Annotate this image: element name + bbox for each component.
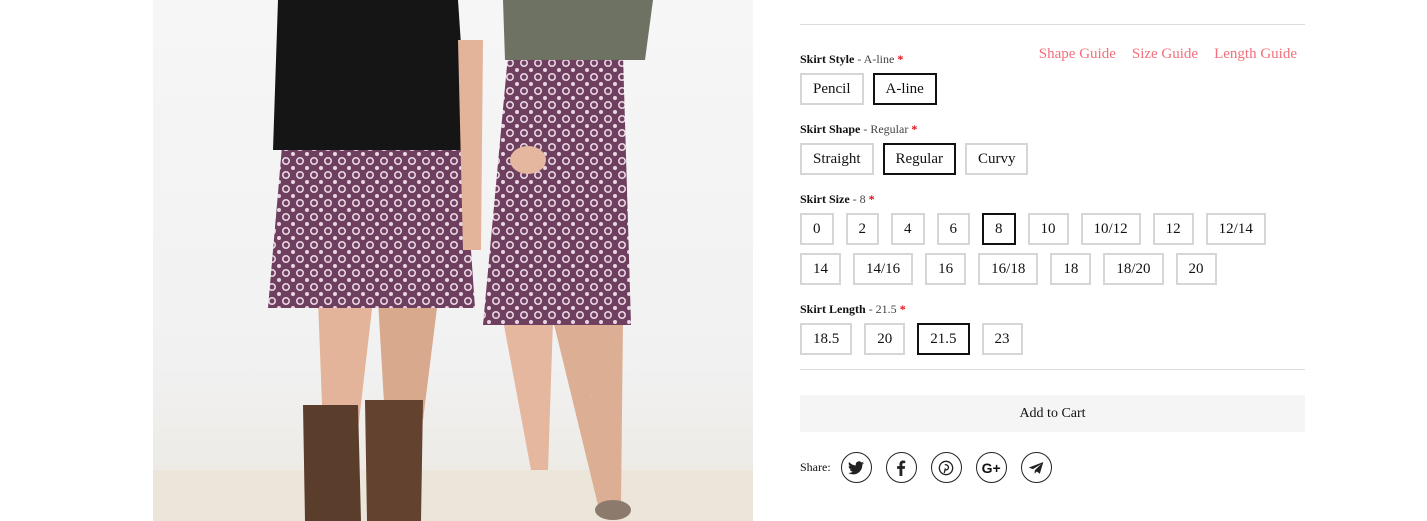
skirt-shape-title: Skirt Shape — [800, 122, 861, 136]
size-option-16-18[interactable]: 16/18 — [978, 253, 1039, 285]
size-option-10-12[interactable]: 10/12 — [1080, 213, 1141, 245]
required-marker: * — [868, 192, 875, 206]
shape-option-regular[interactable]: Regular — [882, 143, 956, 175]
size-option-12[interactable]: 12 — [1152, 213, 1194, 245]
skirt-size-options-row2: 14 14/16 16 16/18 18 18/20 20 — [800, 253, 1217, 285]
add-to-cart-button[interactable]: Add to Cart — [800, 395, 1305, 432]
size-option-18-20[interactable]: 18/20 — [1103, 253, 1164, 285]
share-label: Share: — [800, 460, 831, 474]
divider — [800, 24, 1305, 25]
skirt-size-selected: - 8 — [849, 192, 866, 206]
required-marker: * — [911, 122, 918, 136]
pinterest-icon[interactable] — [930, 452, 962, 483]
skirt-shape-options: Straight Regular Curvy — [800, 143, 1029, 175]
product-options-panel: Shape Guide Size Guide Length Guide Skir… — [800, 0, 1305, 521]
google-plus-text: G+ — [981, 459, 1001, 476]
size-option-18[interactable]: 18 — [1050, 253, 1092, 285]
size-option-14-16[interactable]: 14/16 — [853, 253, 914, 285]
google-plus-icon[interactable]: G+ — [975, 452, 1007, 483]
size-option-0[interactable]: 0 — [800, 213, 834, 245]
skirt-length-label: Skirt Length - 21.5 * — [800, 302, 906, 317]
skirt-shape-selected: - Regular — [860, 122, 909, 136]
length-guide-link[interactable]: Length Guide — [1214, 46, 1297, 63]
size-option-16[interactable]: 16 — [925, 253, 967, 285]
skirt-size-options-row1: 0 2 4 6 8 10 10/12 12 12/14 — [800, 213, 1266, 245]
style-option-a-line[interactable]: A-line — [872, 73, 937, 105]
size-guide-link[interactable]: Size Guide — [1132, 46, 1198, 63]
share-bar: Share: G+ — [800, 452, 1054, 483]
length-option-18-5[interactable]: 18.5 — [800, 323, 853, 355]
required-marker: * — [899, 302, 906, 316]
skirt-length-options: 18.5 20 21.5 23 — [800, 323, 1023, 355]
length-option-23[interactable]: 23 — [981, 323, 1023, 355]
guide-links: Shape Guide Size Guide Length Guide — [1039, 46, 1297, 63]
size-option-8[interactable]: 8 — [982, 213, 1016, 245]
length-option-20[interactable]: 20 — [864, 323, 906, 355]
size-option-10[interactable]: 10 — [1027, 213, 1069, 245]
skirt-size-label: Skirt Size - 8 * — [800, 192, 875, 207]
skirt-size-title: Skirt Size — [800, 192, 850, 206]
length-option-21-5[interactable]: 21.5 — [917, 323, 970, 355]
skirt-shape-label: Skirt Shape - Regular * — [800, 122, 917, 137]
divider — [800, 369, 1305, 370]
size-option-14[interactable]: 14 — [800, 253, 841, 285]
twitter-icon[interactable] — [840, 452, 872, 483]
skirt-style-label: Skirt Style - A-line * — [800, 52, 903, 67]
shape-option-straight[interactable]: Straight — [800, 143, 874, 175]
size-option-2[interactable]: 2 — [845, 213, 879, 245]
style-option-pencil[interactable]: Pencil — [800, 73, 864, 105]
required-marker: * — [897, 52, 904, 66]
skirt-length-title: Skirt Length — [800, 302, 866, 316]
size-option-4[interactable]: 4 — [891, 213, 925, 245]
skirt-style-title: Skirt Style — [800, 52, 855, 66]
skirt-style-selected: - A-line — [854, 52, 895, 66]
size-option-6[interactable]: 6 — [936, 213, 970, 245]
shape-option-curvy[interactable]: Curvy — [964, 143, 1029, 175]
shape-guide-link[interactable]: Shape Guide — [1039, 46, 1116, 63]
size-option-12-14[interactable]: 12/14 — [1205, 213, 1266, 245]
facebook-icon[interactable] — [885, 452, 917, 483]
skirt-style-options: Pencil A-line — [800, 73, 937, 105]
size-option-20[interactable]: 20 — [1175, 253, 1217, 285]
skirt-length-selected: - 21.5 — [865, 302, 897, 316]
telegram-icon[interactable] — [1020, 452, 1052, 483]
product-image — [153, 0, 753, 521]
